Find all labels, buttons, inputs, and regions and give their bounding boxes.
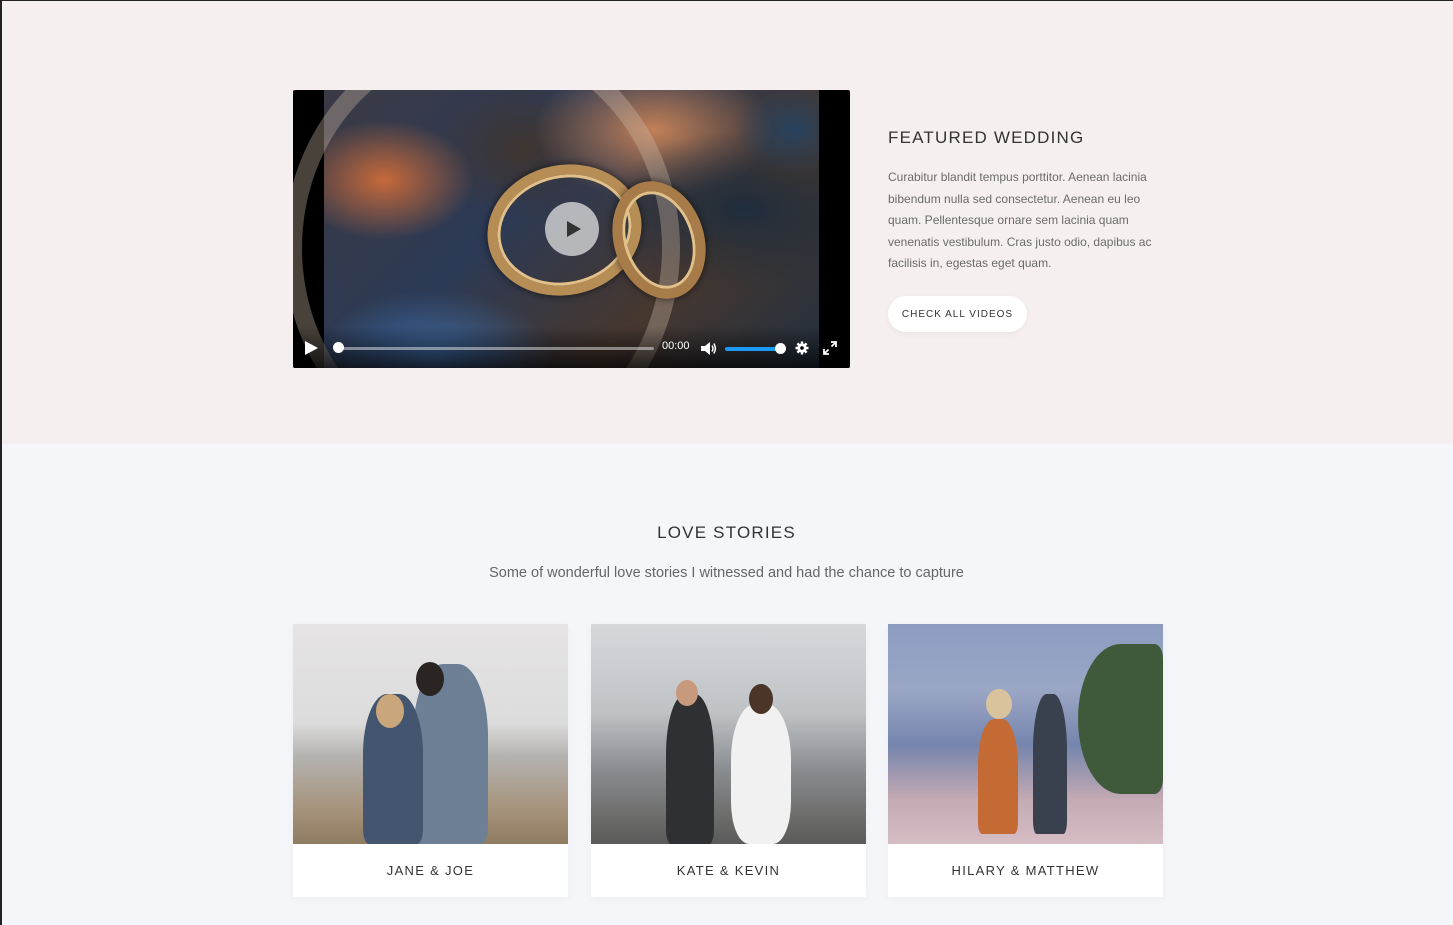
progress-handle[interactable] (333, 342, 344, 353)
current-time: 00:00 (662, 340, 690, 352)
check-all-videos-button[interactable]: CHECK ALL VIDEOS (888, 296, 1027, 332)
couple-figure (978, 719, 1018, 834)
story-card[interactable]: KATE & KEVIN (591, 624, 866, 897)
love-stories-subtitle: Some of wonderful love stories I witness… (489, 565, 964, 581)
story-photo (591, 624, 866, 844)
fullscreen-button[interactable] (823, 341, 837, 360)
story-name: KATE & KEVIN (676, 863, 781, 878)
volume-icon (701, 342, 717, 355)
play-button[interactable] (305, 341, 318, 360)
story-photo (888, 624, 1163, 844)
couple-figure (731, 704, 791, 844)
featured-wedding-section: 00:00 FEATURED WEDDING Curabitur blandit… (0, 0, 1453, 444)
big-play-button[interactable] (545, 202, 599, 256)
couple-figure (676, 680, 698, 706)
featured-title: FEATURED WEDDING (888, 128, 1085, 147)
couple-figure (986, 689, 1012, 719)
trees (1078, 644, 1163, 794)
couple-figure (749, 684, 773, 714)
volume-handle[interactable] (775, 343, 786, 354)
fullscreen-icon (823, 341, 837, 355)
gear-icon (795, 341, 809, 355)
story-photo (293, 624, 568, 844)
story-card[interactable]: JANE & JOE (293, 624, 568, 897)
video-player[interactable]: 00:00 (293, 90, 850, 368)
couple-figure (416, 662, 444, 696)
story-name: JANE & JOE (386, 863, 475, 878)
volume-slider[interactable] (725, 347, 781, 351)
couple-figure (1033, 694, 1067, 834)
mute-button[interactable] (701, 342, 717, 360)
featured-description: Curabitur blandit tempus porttitor. Aene… (888, 170, 1152, 270)
play-icon (305, 341, 318, 355)
couple-figure (376, 694, 404, 728)
settings-button[interactable] (795, 341, 809, 360)
progress-bar[interactable] (336, 347, 654, 350)
story-name: HILARY & MATTHEW (951, 863, 1100, 878)
story-card[interactable]: HILARY & MATTHEW (888, 624, 1163, 897)
play-icon (567, 221, 581, 237)
love-stories-title: LOVE STORIES (657, 523, 796, 542)
couple-figure (666, 694, 714, 844)
video-controls: 00:00 (293, 326, 850, 368)
